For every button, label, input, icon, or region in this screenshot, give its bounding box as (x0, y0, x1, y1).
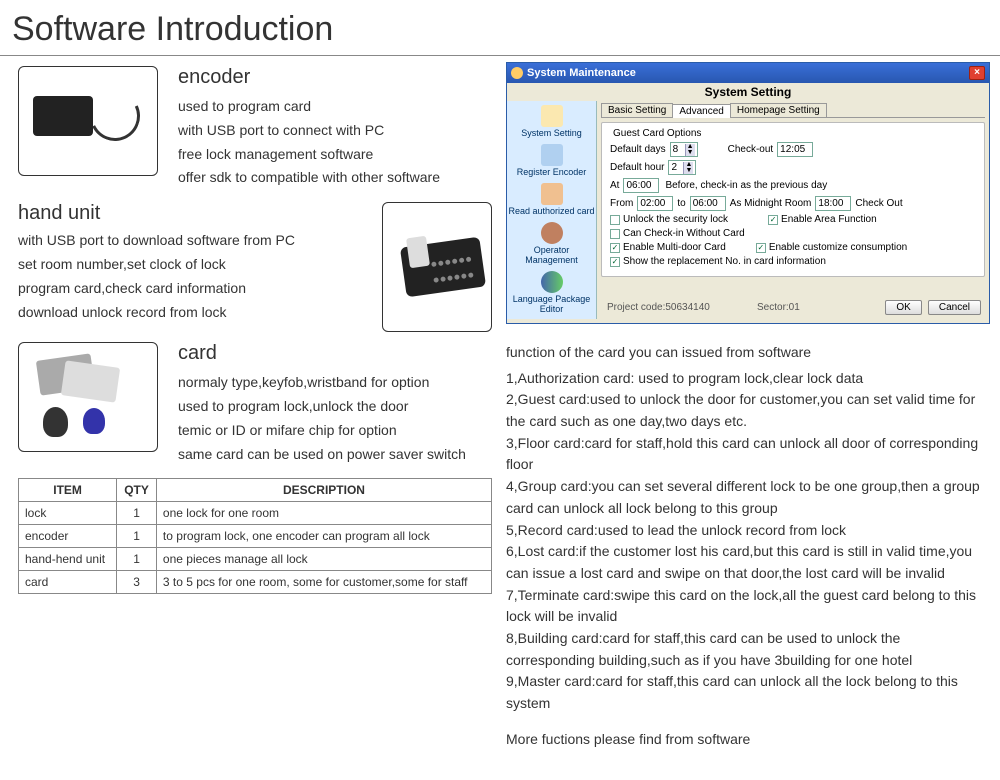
hand-heading: hand unit (18, 202, 372, 225)
th-desc: DESCRIPTION (156, 479, 491, 502)
to-label: to (677, 198, 685, 209)
card-section: card normaly type,keyfob,wristband for o… (18, 342, 492, 466)
items-table: ITEMQTYDESCRIPTION lock1one lock for one… (18, 478, 492, 594)
function-item: 6,Lost card:if the customer lost his car… (506, 541, 990, 584)
encoder-line: used to program card (178, 95, 440, 119)
function-item: 9,Master card:card for staff,this card c… (506, 671, 990, 714)
table-row: hand-hend unit1one pieces manage all loc… (19, 548, 492, 571)
default-days-label: Default days (610, 144, 666, 155)
card-image (18, 342, 158, 452)
at-input[interactable]: 06:00 (623, 178, 659, 193)
default-hour-label: Default hour (610, 162, 664, 173)
show-replacement-checkbox[interactable]: ✓ (610, 257, 620, 267)
group-title: Guest Card Options (610, 128, 704, 139)
at-label: At (610, 180, 619, 191)
unlock-security-checkbox[interactable] (610, 215, 620, 225)
checkout2-label: Check Out (855, 198, 902, 209)
checkin-without-card-label: Can Check-in Without Card (623, 228, 745, 239)
sidebar-item-register-encoder[interactable]: Register Encoder (507, 142, 596, 181)
hand-line: download unlock record from lock (18, 301, 372, 325)
custom-consumption-label: Enable customize consumption (769, 242, 907, 253)
function-item: 7,Terminate card:swipe this card on the … (506, 585, 990, 628)
guest-card-options-group: Guest Card Options Default days 8▲▼ Chec… (601, 122, 985, 277)
encoder-line: free lock management software (178, 143, 440, 167)
encoder-line: with USB port to connect with PC (178, 119, 440, 143)
default-days-input[interactable]: 8▲▼ (670, 142, 698, 157)
encoder-heading: encoder (178, 66, 440, 89)
card-heading: card (178, 342, 466, 365)
at-note: Before, check-in as the previous day (665, 180, 827, 191)
function-item: 3,Floor card:card for staff,hold this ca… (506, 433, 990, 476)
checkin-without-card-checkbox[interactable] (610, 229, 620, 239)
close-icon[interactable]: × (969, 66, 985, 80)
project-code: Project code:50634140 (607, 302, 710, 313)
encoder-line: offer sdk to compatible with other softw… (178, 166, 440, 190)
encoder-image (18, 66, 158, 176)
th-qty: QTY (117, 479, 157, 502)
checkout-input[interactable]: 12:05 (777, 142, 813, 157)
tab-homepage-setting[interactable]: Homepage Setting (730, 103, 827, 117)
page-title: Software Introduction (0, 0, 1000, 56)
app-icon (511, 67, 523, 79)
functions-heading: function of the card you can issued from… (506, 342, 990, 364)
enable-area-checkbox[interactable]: ✓ (768, 215, 778, 225)
table-row: card33 to 5 pcs for one room, some for c… (19, 571, 492, 594)
sector-label: Sector:01 (757, 302, 800, 313)
to-input[interactable]: 06:00 (690, 196, 726, 211)
card-line: same card can be used on power saver swi… (178, 443, 466, 467)
more-functions-note: More fuctions please find from software (506, 729, 990, 751)
default-hour-input[interactable]: 2▲▼ (668, 160, 696, 175)
unlock-security-label: Unlock the security lock (623, 214, 728, 225)
from-input[interactable]: 02:00 (637, 196, 673, 211)
tab-basic-setting[interactable]: Basic Setting (601, 103, 673, 117)
table-row: encoder1to program lock, one encoder can… (19, 525, 492, 548)
card-functions-text: function of the card you can issued from… (506, 342, 990, 750)
custom-consumption-checkbox[interactable]: ✓ (756, 243, 766, 253)
sidebar-item-operator-mgmt[interactable]: Operator Management (507, 220, 596, 269)
function-item: 1,Authorization card: used to program lo… (506, 368, 990, 390)
enable-area-label: Enable Area Function (781, 214, 877, 225)
hand-unit-section: hand unit with USB port to download soft… (18, 202, 492, 332)
encoder-section: encoder used to program card with USB po… (18, 66, 492, 190)
midnight-room-label: As Midnight Room (730, 198, 812, 209)
from-label: From (610, 198, 633, 209)
function-item: 2,Guest card:used to unlock the door for… (506, 389, 990, 432)
window-heading: System Setting (507, 83, 989, 101)
show-replacement-label: Show the replacement No. in card informa… (623, 256, 826, 267)
hand-line: set room number,set clock of lock (18, 253, 372, 277)
sidebar-item-read-card[interactable]: Read authorized card (507, 181, 596, 220)
ok-button[interactable]: OK (885, 300, 921, 315)
window-titlebar: System Maintenance × (507, 63, 989, 83)
hand-unit-image (382, 202, 492, 332)
multidoor-label: Enable Multi-door Card (623, 242, 726, 253)
card-line: used to program lock,unlock the door (178, 395, 466, 419)
hand-line: with USB port to download software from … (18, 229, 372, 253)
cancel-button[interactable]: Cancel (928, 300, 981, 315)
midnight-room-input[interactable]: 18:00 (815, 196, 851, 211)
hand-line: program card,check card information (18, 277, 372, 301)
function-item: 4,Group card:you can set several differe… (506, 476, 990, 519)
multidoor-checkbox[interactable]: ✓ (610, 243, 620, 253)
sidebar-item-system-setting[interactable]: System Setting (507, 103, 596, 142)
sidebar-item-language-editor[interactable]: Language Package Editor (507, 269, 596, 318)
settings-sidebar: System Setting Register Encoder Read aut… (507, 101, 597, 319)
system-window-screenshot: System Maintenance × System Setting Syst… (506, 62, 990, 324)
card-line: temic or ID or mifare chip for option (178, 419, 466, 443)
function-item: 5,Record card:used to lead the unlock re… (506, 520, 990, 542)
window-title: System Maintenance (527, 67, 636, 79)
card-line: normaly type,keyfob,wristband for option (178, 371, 466, 395)
tab-advanced[interactable]: Advanced (672, 104, 730, 118)
th-item: ITEM (19, 479, 117, 502)
function-item: 8,Building card:card for staff,this card… (506, 628, 990, 671)
table-row: lock1one lock for one room (19, 502, 492, 525)
checkout-label: Check-out (728, 144, 774, 155)
